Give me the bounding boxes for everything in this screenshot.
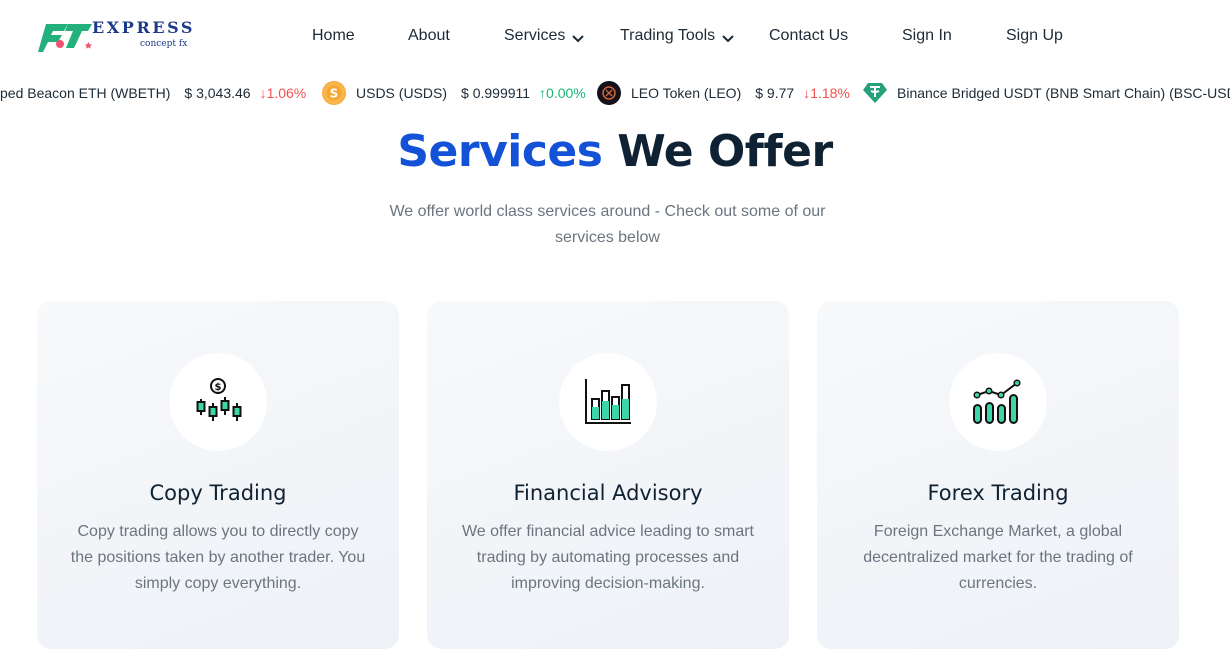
ticker-name: Binance Bridged USDT (BNB Smart Chain) (… [897, 85, 1230, 101]
ticker-change: ↑0.00% [539, 85, 586, 101]
financial-advisory-icon [585, 379, 631, 424]
brand-logo[interactable]: EXPRESS concept fx [38, 18, 198, 56]
nav-contact[interactable]: Contact Us [769, 27, 848, 45]
brand-tagline: concept fx [140, 39, 188, 49]
card-title: Copy Trading [149, 481, 287, 505]
section-title-rest: We Offer [617, 126, 833, 177]
ticker-item: LEO Token (LEO) $ 9.77 ↓1.18% [597, 76, 850, 110]
chevron-down-icon [572, 35, 585, 43]
ticker-change: ↓1.18% [803, 85, 850, 101]
nav-home[interactable]: Home [312, 27, 355, 45]
card-title: Forex Trading [927, 481, 1069, 505]
icon-circle [949, 353, 1047, 451]
arrow-up-icon: ↑ [539, 85, 547, 101]
service-card-copy-trading[interactable]: $ Copy Trading Copy trading allows you t… [37, 301, 399, 649]
leo-coin-icon [597, 81, 621, 105]
ticker-name: LEO Token (LEO) [631, 85, 742, 101]
ticker-item: S USDS (USDS) $ 0.999911 ↑0.00% [322, 76, 586, 110]
svg-text:$: $ [215, 382, 222, 393]
chevron-down-icon [722, 35, 734, 43]
logo-mark-icon [38, 24, 92, 52]
ticker-name: USDS (USDS) [356, 85, 448, 101]
card-description: Foreign Exchange Market, a global decent… [863, 523, 1133, 592]
svg-text:S: S [330, 87, 339, 101]
ticker-price: $ 0.999911 [461, 85, 531, 101]
ticker-price: $ 3,043.46 [184, 85, 251, 101]
icon-circle [559, 353, 657, 451]
card-title: Financial Advisory [513, 481, 703, 505]
ticker-change: ↓1.06% [260, 85, 307, 101]
crypto-ticker: ped Beacon ETH (WBETH) $ 3,043.46 ↓1.06%… [0, 76, 1230, 110]
forex-trading-icon [973, 379, 1021, 424]
section-title-highlight: Services [397, 126, 603, 177]
ticker-change-value: 1.18% [810, 85, 850, 101]
tether-coin-icon [863, 81, 887, 105]
nav-sign-in[interactable]: Sign In [902, 27, 952, 45]
nav-trading-tools[interactable]: Trading Tools [620, 27, 735, 46]
arrow-down-icon: ↓ [259, 85, 267, 101]
ticker-change-value: 0.00% [546, 85, 586, 101]
nav-services[interactable]: Services [504, 27, 585, 46]
navbar: EXPRESS concept fx Home About Services T… [0, 0, 1230, 74]
service-card-financial-advisory[interactable]: Financial Advisory We offer financial ad… [427, 301, 789, 649]
icon-circle: $ [169, 353, 267, 451]
usds-coin-icon: S [322, 81, 346, 105]
ticker-change-value: 1.06% [266, 85, 307, 101]
card-description: Copy trading allows you to directly copy… [70, 523, 366, 592]
ticker-price: $ 9.77 [755, 85, 795, 101]
ticker-name: ped Beacon ETH (WBETH) [0, 85, 171, 101]
nav-trading-tools-label: Trading Tools [620, 27, 716, 44]
nav-about[interactable]: About [408, 27, 450, 45]
section-subtitle: We offer world class services around - C… [389, 203, 826, 246]
nav-services-label: Services [504, 27, 566, 44]
copy-trading-icon: $ [196, 378, 242, 421]
section-title: Services We Offer [0, 126, 1230, 177]
ticker-item: ped Beacon ETH (WBETH) $ 3,043.46 ↓1.06% [0, 76, 306, 110]
card-description: We offer financial advice leading to sma… [461, 523, 754, 592]
brand-name: EXPRESS [92, 18, 196, 37]
service-card-forex-trading[interactable]: Forex Trading Foreign Exchange Market, a… [817, 301, 1179, 649]
ticker-item: Binance Bridged USDT (BNB Smart Chain) (… [863, 76, 1230, 110]
nav-sign-up[interactable]: Sign Up [1006, 27, 1063, 45]
